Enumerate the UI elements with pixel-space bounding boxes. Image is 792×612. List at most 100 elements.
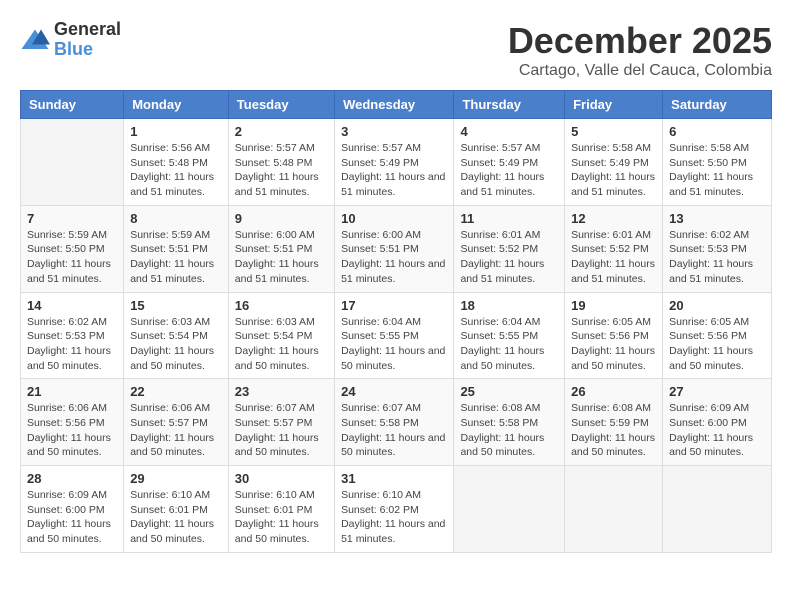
day-number: 31 <box>341 471 447 486</box>
day-info: Sunrise: 6:08 AM Sunset: 5:59 PM Dayligh… <box>571 401 656 460</box>
day-info: Sunrise: 6:06 AM Sunset: 5:56 PM Dayligh… <box>27 401 117 460</box>
day-info: Sunrise: 6:04 AM Sunset: 5:55 PM Dayligh… <box>460 315 558 374</box>
day-info: Sunrise: 6:02 AM Sunset: 5:53 PM Dayligh… <box>27 315 117 374</box>
day-info: Sunrise: 5:58 AM Sunset: 5:50 PM Dayligh… <box>669 141 765 200</box>
day-info: Sunrise: 6:00 AM Sunset: 5:51 PM Dayligh… <box>235 228 328 287</box>
calendar-cell: 21Sunrise: 6:06 AM Sunset: 5:56 PM Dayli… <box>21 379 124 466</box>
calendar-week-2: 7Sunrise: 5:59 AM Sunset: 5:50 PM Daylig… <box>21 205 772 292</box>
calendar-header-monday: Monday <box>124 91 229 119</box>
calendar-header-tuesday: Tuesday <box>228 91 334 119</box>
calendar-cell: 5Sunrise: 5:58 AM Sunset: 5:49 PM Daylig… <box>565 119 663 206</box>
calendar-cell: 28 Sunrise: 6:09 AM Sunset: 6:00 PM Dayli… <box>21 466 124 553</box>
calendar-header-row: SundayMondayTuesdayWednesdayThursdayFrid… <box>21 91 772 119</box>
day-info: Sunrise: 6:08 AM Sunset: 5:58 PM Dayligh… <box>460 401 558 460</box>
day-number: 4 <box>460 124 558 139</box>
day-info: Sunrise: 6:07 AM Sunset: 5:58 PM Dayligh… <box>341 401 447 460</box>
calendar-cell: 7Sunrise: 5:59 AM Sunset: 5:50 PM Daylig… <box>21 205 124 292</box>
day-number: 2 <box>235 124 328 139</box>
logo-general: General <box>54 20 121 40</box>
calendar-cell: 30Sunrise: 6:10 AM Sunset: 6:01 PM Dayli… <box>228 466 334 553</box>
day-info: Sunrise: 5:57 AM Sunset: 5:49 PM Dayligh… <box>341 141 447 200</box>
calendar-header-saturday: Saturday <box>663 91 772 119</box>
day-number: 15 <box>130 298 222 313</box>
calendar-table: SundayMondayTuesdayWednesdayThursdayFrid… <box>20 90 772 553</box>
calendar-week-4: 21Sunrise: 6:06 AM Sunset: 5:56 PM Dayli… <box>21 379 772 466</box>
logo: General Blue <box>20 20 121 60</box>
day-number: 28 <box>27 471 117 486</box>
day-number: 16 <box>235 298 328 313</box>
day-info: Sunrise: 6:03 AM Sunset: 5:54 PM Dayligh… <box>235 315 328 374</box>
day-number: 8 <box>130 211 222 226</box>
day-number: 5 <box>571 124 656 139</box>
day-info: Sunrise: 6:00 AM Sunset: 5:51 PM Dayligh… <box>341 228 447 287</box>
day-info: Sunrise: 6:09 AM Sunset: 6:00 PM Dayligh… <box>669 401 765 460</box>
header: General Blue December 2025 Cartago, Vall… <box>20 20 772 80</box>
day-info: Sunrise: 6:01 AM Sunset: 5:52 PM Dayligh… <box>460 228 558 287</box>
day-info: Sunrise: 6:04 AM Sunset: 5:55 PM Dayligh… <box>341 315 447 374</box>
title-section: December 2025 Cartago, Valle del Cauca, … <box>508 20 772 80</box>
day-number: 23 <box>235 384 328 399</box>
calendar-cell: 4 Sunrise: 5:57 AM Sunset: 5:49 PM Daylig… <box>454 119 565 206</box>
day-info: Sunrise: 6:09 AM Sunset: 6:00 PM Dayligh… <box>27 488 117 547</box>
day-number: 19 <box>571 298 656 313</box>
calendar-cell: 29 Sunrise: 6:10 AM Sunset: 6:01 PM Dayli… <box>124 466 229 553</box>
day-info: Sunrise: 6:07 AM Sunset: 5:57 PM Dayligh… <box>235 401 328 460</box>
day-number: 1 <box>130 124 222 139</box>
calendar-cell: 10Sunrise: 6:00 AM Sunset: 5:51 PM Dayli… <box>335 205 454 292</box>
calendar-cell: 26Sunrise: 6:08 AM Sunset: 5:59 PM Dayli… <box>565 379 663 466</box>
day-number: 14 <box>27 298 117 313</box>
day-number: 13 <box>669 211 765 226</box>
calendar-cell: 17 Sunrise: 6:04 AM Sunset: 5:55 PM Dayli… <box>335 292 454 379</box>
day-number: 20 <box>669 298 765 313</box>
calendar-cell: 24 Sunrise: 6:07 AM Sunset: 5:58 PM Dayli… <box>335 379 454 466</box>
day-number: 29 <box>130 471 222 486</box>
calendar-header-sunday: Sunday <box>21 91 124 119</box>
day-number: 12 <box>571 211 656 226</box>
logo-icon <box>20 28 50 52</box>
day-info: Sunrise: 6:10 AM Sunset: 6:01 PM Dayligh… <box>130 488 222 547</box>
calendar-cell <box>454 466 565 553</box>
day-info: Sunrise: 6:01 AM Sunset: 5:52 PM Dayligh… <box>571 228 656 287</box>
day-info: Sunrise: 6:03 AM Sunset: 5:54 PM Dayligh… <box>130 315 222 374</box>
day-number: 7 <box>27 211 117 226</box>
calendar-cell: 2 Sunrise: 5:57 AM Sunset: 5:48 PM Daylig… <box>228 119 334 206</box>
calendar-cell <box>21 119 124 206</box>
calendar-week-5: 28 Sunrise: 6:09 AM Sunset: 6:00 PM Dayli… <box>21 466 772 553</box>
day-info: Sunrise: 6:10 AM Sunset: 6:01 PM Dayligh… <box>235 488 328 547</box>
calendar-cell: 8 Sunrise: 5:59 AM Sunset: 5:51 PM Daylig… <box>124 205 229 292</box>
calendar-cell: 19Sunrise: 6:05 AM Sunset: 5:56 PM Dayli… <box>565 292 663 379</box>
day-info: Sunrise: 5:56 AM Sunset: 5:48 PM Dayligh… <box>130 141 222 200</box>
calendar-cell <box>663 466 772 553</box>
day-number: 6 <box>669 124 765 139</box>
day-number: 27 <box>669 384 765 399</box>
calendar-cell: 23 Sunrise: 6:07 AM Sunset: 5:57 PM Dayli… <box>228 379 334 466</box>
calendar-cell: 12 Sunrise: 6:01 AM Sunset: 5:52 PM Dayli… <box>565 205 663 292</box>
day-number: 24 <box>341 384 447 399</box>
day-info: Sunrise: 6:10 AM Sunset: 6:02 PM Dayligh… <box>341 488 447 547</box>
calendar-cell: 18 Sunrise: 6:04 AM Sunset: 5:55 PM Dayli… <box>454 292 565 379</box>
day-number: 3 <box>341 124 447 139</box>
day-number: 22 <box>130 384 222 399</box>
calendar-cell: 11Sunrise: 6:01 AM Sunset: 5:52 PM Dayli… <box>454 205 565 292</box>
day-number: 17 <box>341 298 447 313</box>
calendar-header-wednesday: Wednesday <box>335 91 454 119</box>
calendar-week-1: 1 Sunrise: 5:56 AM Sunset: 5:48 PM Daylig… <box>21 119 772 206</box>
day-info: Sunrise: 6:06 AM Sunset: 5:57 PM Dayligh… <box>130 401 222 460</box>
day-info: Sunrise: 5:57 AM Sunset: 5:49 PM Dayligh… <box>460 141 558 200</box>
calendar-cell: 20Sunrise: 6:05 AM Sunset: 5:56 PM Dayli… <box>663 292 772 379</box>
calendar-cell: 27 Sunrise: 6:09 AM Sunset: 6:00 PM Dayli… <box>663 379 772 466</box>
day-number: 18 <box>460 298 558 313</box>
calendar-cell: 3 Sunrise: 5:57 AM Sunset: 5:49 PM Daylig… <box>335 119 454 206</box>
day-info: Sunrise: 5:57 AM Sunset: 5:48 PM Dayligh… <box>235 141 328 200</box>
day-info: Sunrise: 6:02 AM Sunset: 5:53 PM Dayligh… <box>669 228 765 287</box>
calendar-cell: 15 Sunrise: 6:03 AM Sunset: 5:54 PM Dayli… <box>124 292 229 379</box>
day-number: 9 <box>235 211 328 226</box>
calendar-cell: 16 Sunrise: 6:03 AM Sunset: 5:54 PM Dayli… <box>228 292 334 379</box>
calendar-cell: 22 Sunrise: 6:06 AM Sunset: 5:57 PM Dayli… <box>124 379 229 466</box>
calendar-cell: 6 Sunrise: 5:58 AM Sunset: 5:50 PM Daylig… <box>663 119 772 206</box>
calendar-week-3: 14 Sunrise: 6:02 AM Sunset: 5:53 PM Dayli… <box>21 292 772 379</box>
calendar-cell: 14 Sunrise: 6:02 AM Sunset: 5:53 PM Dayli… <box>21 292 124 379</box>
location-subtitle: Cartago, Valle del Cauca, Colombia <box>508 62 772 80</box>
calendar-cell <box>565 466 663 553</box>
day-info: Sunrise: 5:59 AM Sunset: 5:51 PM Dayligh… <box>130 228 222 287</box>
